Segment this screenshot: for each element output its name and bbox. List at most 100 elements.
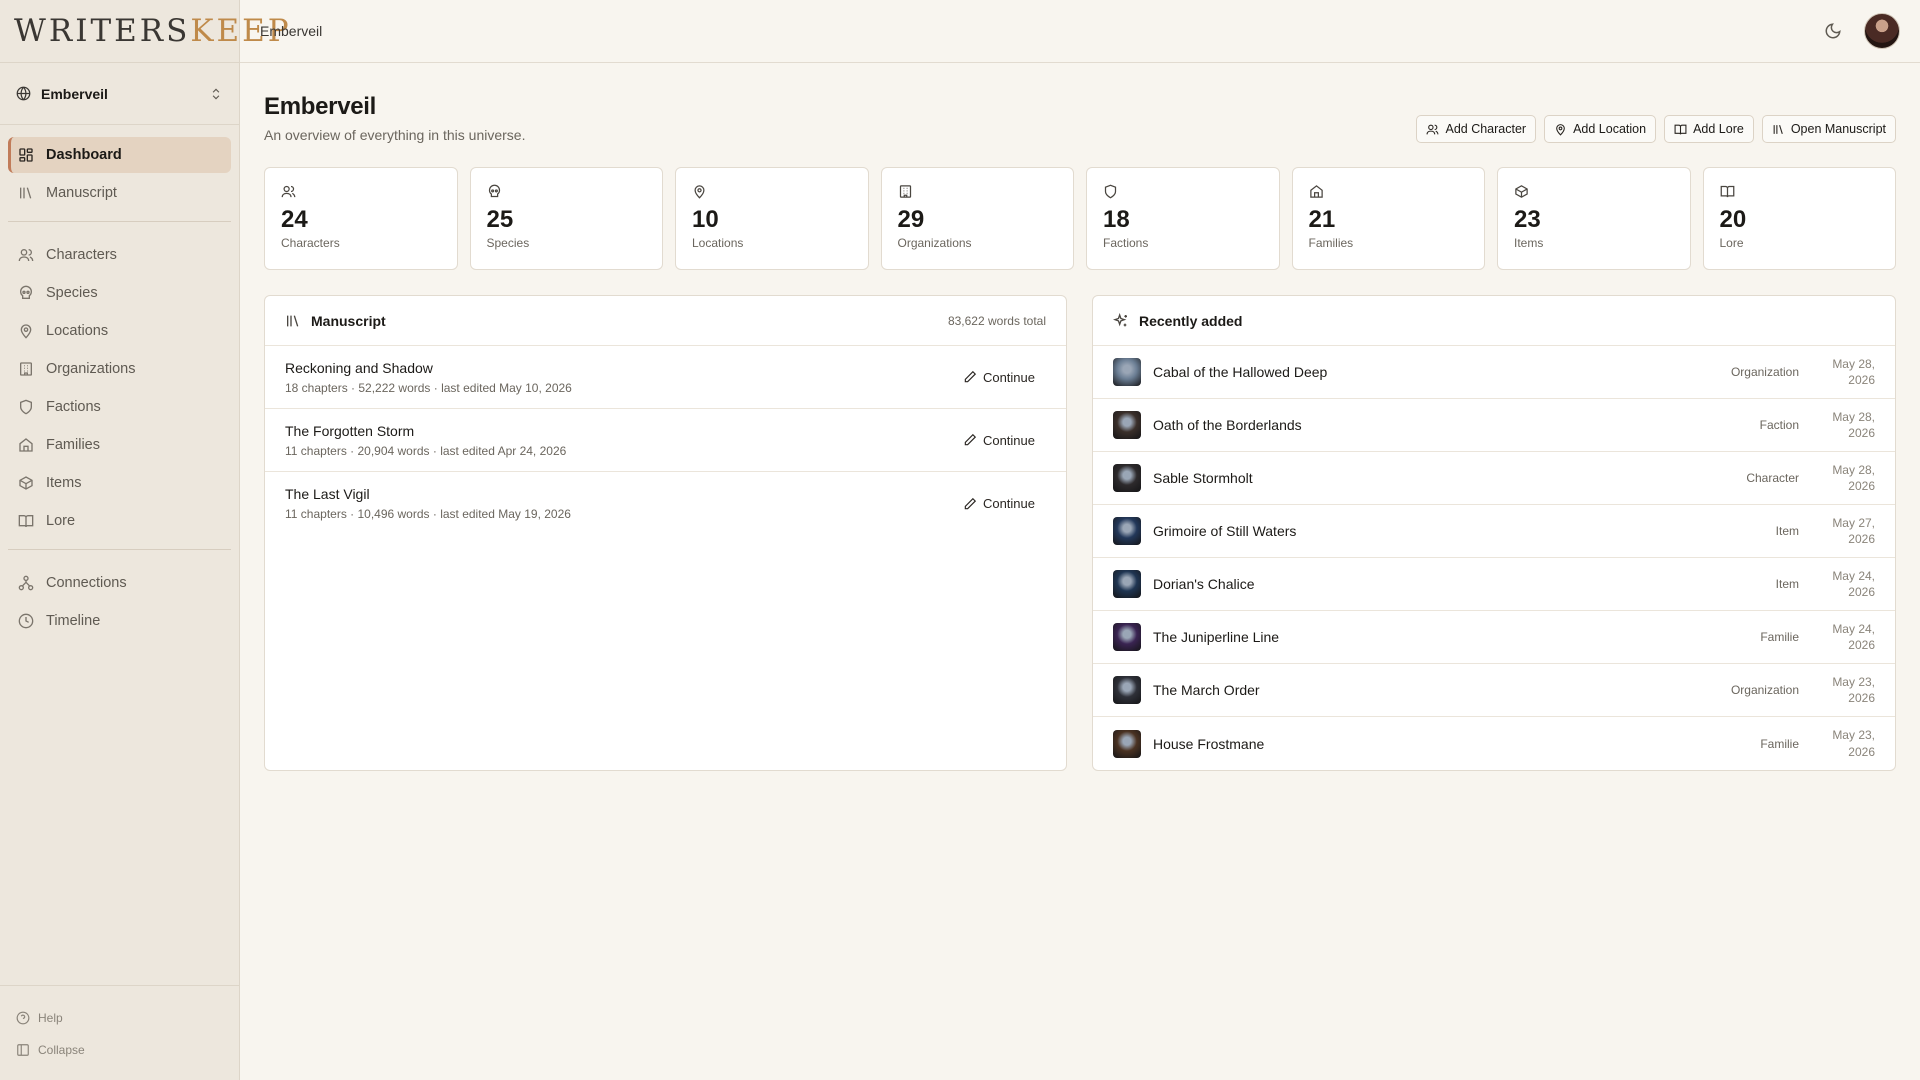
entry-thumbnail [1113,358,1141,386]
sidebar-item-species[interactable]: Species [8,275,231,311]
list-item[interactable]: Cabal of the Hallowed Deep Organization Ma… [1093,346,1895,399]
stat-card-characters[interactable]: 24 Characters [264,167,458,270]
sidebar-item-characters[interactable]: Characters [8,237,231,273]
entry-date-line2: 2026 [1848,585,1875,599]
universe-name: Emberveil [41,85,108,102]
skull-icon [488,184,500,198]
users-icon [18,249,34,262]
avatar[interactable] [1864,13,1900,49]
sidebar-item-dashboard[interactable]: Dashboard [8,137,231,173]
entry-name: The March Order [1153,682,1260,698]
stat-card-lore[interactable]: 20 Lore [1702,167,1896,270]
list-item[interactable]: Dorian's Chalice Item May 24, 2026 [1093,558,1895,611]
continue-button[interactable]: Continue [963,496,1035,511]
topbar: Emberveil [240,0,1920,63]
sidebar-footer: Help Collapse [0,985,239,1080]
building-icon [899,185,911,198]
book-icon [18,515,34,528]
stat-label: Species [486,236,530,251]
entry-date-line2: 2026 [1848,373,1875,387]
entry-type: Item [1775,524,1799,538]
sidebar-item-organizations[interactable]: Organizations [8,351,231,387]
list-item[interactable]: Sable Stormholt Character May 28, 2026 [1093,452,1895,505]
add-lore-button[interactable]: Add Lore [1664,115,1754,143]
stat-label: Locations [692,236,744,251]
entry-date-line1: May 28, [1832,356,1875,371]
entry-date-line1: May 28, [1832,409,1875,424]
continue-label: Continue [982,369,1035,385]
stat-value: 20 [1719,206,1747,233]
open-manuscript-button[interactable]: Open Manuscript [1761,115,1896,143]
page-header: Emberveil An overview of everything in t… [264,93,1896,143]
breadcrumb[interactable]: Emberveil [260,23,1824,39]
app-logo[interactable]: WRITERSKEEP [0,0,289,63]
stat-value: 21 [1308,206,1336,233]
book-title: Reckoning and Shadow [285,359,433,376]
entry-name: Sable Stormholt [1153,470,1253,486]
list-item[interactable]: The Last Vigil 11 chapters · 10,496 word… [265,472,1066,535]
recently-added-header: Recently added [1093,296,1895,346]
list-item[interactable]: Oath of the Borderlands Faction May 28, 202… [1093,399,1895,452]
sidebar-item-label: Timeline [46,613,101,629]
universe-switcher[interactable]: Emberveil [0,63,239,125]
manuscript-panel-header: Manuscript 83,622 words total [265,296,1066,346]
sidebar-item-label: Connections [46,575,127,591]
skull-icon [19,285,33,299]
home-icon [19,438,33,452]
sidebar-item-timeline[interactable]: Timeline [8,603,231,639]
stat-label: Characters [281,236,340,251]
sidebar-item-items[interactable]: Items [8,465,231,501]
entry-type: Organization [1730,683,1799,697]
pencil-icon [964,370,977,383]
sidebar-item-lore[interactable]: Lore [8,503,231,539]
book-title: The Last Vigil [285,486,370,502]
recently-added-panel: Recently added Cabal of the Hallowed Dee… [1092,295,1896,771]
sidebar-item-manuscript[interactable]: Manuscript [8,175,231,211]
network-icon [18,575,34,591]
entry-date: May 27, 2026 [1799,515,1875,547]
entry-name: Dorian's Chalice [1153,576,1255,592]
sidebar-item-label: Organizations [46,361,136,377]
list-item[interactable]: Grimoire of Still Waters Item May 27, 2026 [1093,505,1895,558]
box-icon [19,476,33,490]
stat-card-organizations[interactable]: 29 Organizations [880,167,1074,270]
shield-icon [1104,184,1117,199]
stat-card-items[interactable]: 23 Items [1497,167,1691,270]
list-item[interactable]: The Forgotten Storm 11 chapters · 20,904… [265,409,1066,472]
moon-icon[interactable] [1824,22,1842,40]
entry-type: Item [1775,577,1799,591]
stat-card-locations[interactable]: 10 Locations [675,167,869,270]
quick-actions: Add Character Add Location Add Lore Open… [1416,115,1896,143]
stat-card-factions[interactable]: 18 Factions [1086,167,1280,270]
book-icon [1720,185,1734,198]
home-icon [1309,185,1323,198]
list-item[interactable]: Reckoning and Shadow 18 chapters · 52,22… [265,346,1066,409]
pencil-icon [964,497,977,509]
manuscript-panel: Manuscript 83,622 words total Reckoning … [264,295,1067,771]
continue-button[interactable]: Continue [963,433,1035,448]
sidebar-item-factions[interactable]: Factions [8,389,231,425]
add-character-button[interactable]: Add Character [1416,115,1537,143]
nav-divider [8,221,231,222]
clock-icon [18,613,34,629]
add-location-button[interactable]: Add Location [1544,115,1657,143]
stat-value: 10 [692,206,719,233]
help-link[interactable]: Help [16,1002,223,1034]
list-item[interactable]: The March Order Organization May 23, 2026 [1093,664,1895,717]
list-item[interactable]: The Juniperline Line Familie May 24, 2026 [1093,611,1895,664]
stat-label: Items [1514,236,1544,251]
stat-label: Lore [1719,236,1744,251]
continue-button[interactable]: Continue [963,370,1035,385]
entry-date-line1: May 23, [1832,674,1875,689]
entry-name: Grimoire of Still Waters [1153,523,1297,539]
stat-card-species[interactable]: 25 Species [469,167,663,270]
list-item[interactable]: House Frostmane Familie May 23, 2026 [1093,717,1895,770]
sidebar-item-families[interactable]: Families [8,427,231,463]
sidebar-item-connections[interactable]: Connections [8,565,231,601]
sidebar-item-locations[interactable]: Locations [8,313,231,349]
stat-card-families[interactable]: 21 Families [1291,167,1485,270]
entry-thumbnail [1113,623,1141,651]
entry-date-line2: 2026 [1848,691,1875,705]
stat-value: 18 [1103,206,1130,233]
collapse-sidebar-button[interactable]: Collapse [16,1034,223,1066]
